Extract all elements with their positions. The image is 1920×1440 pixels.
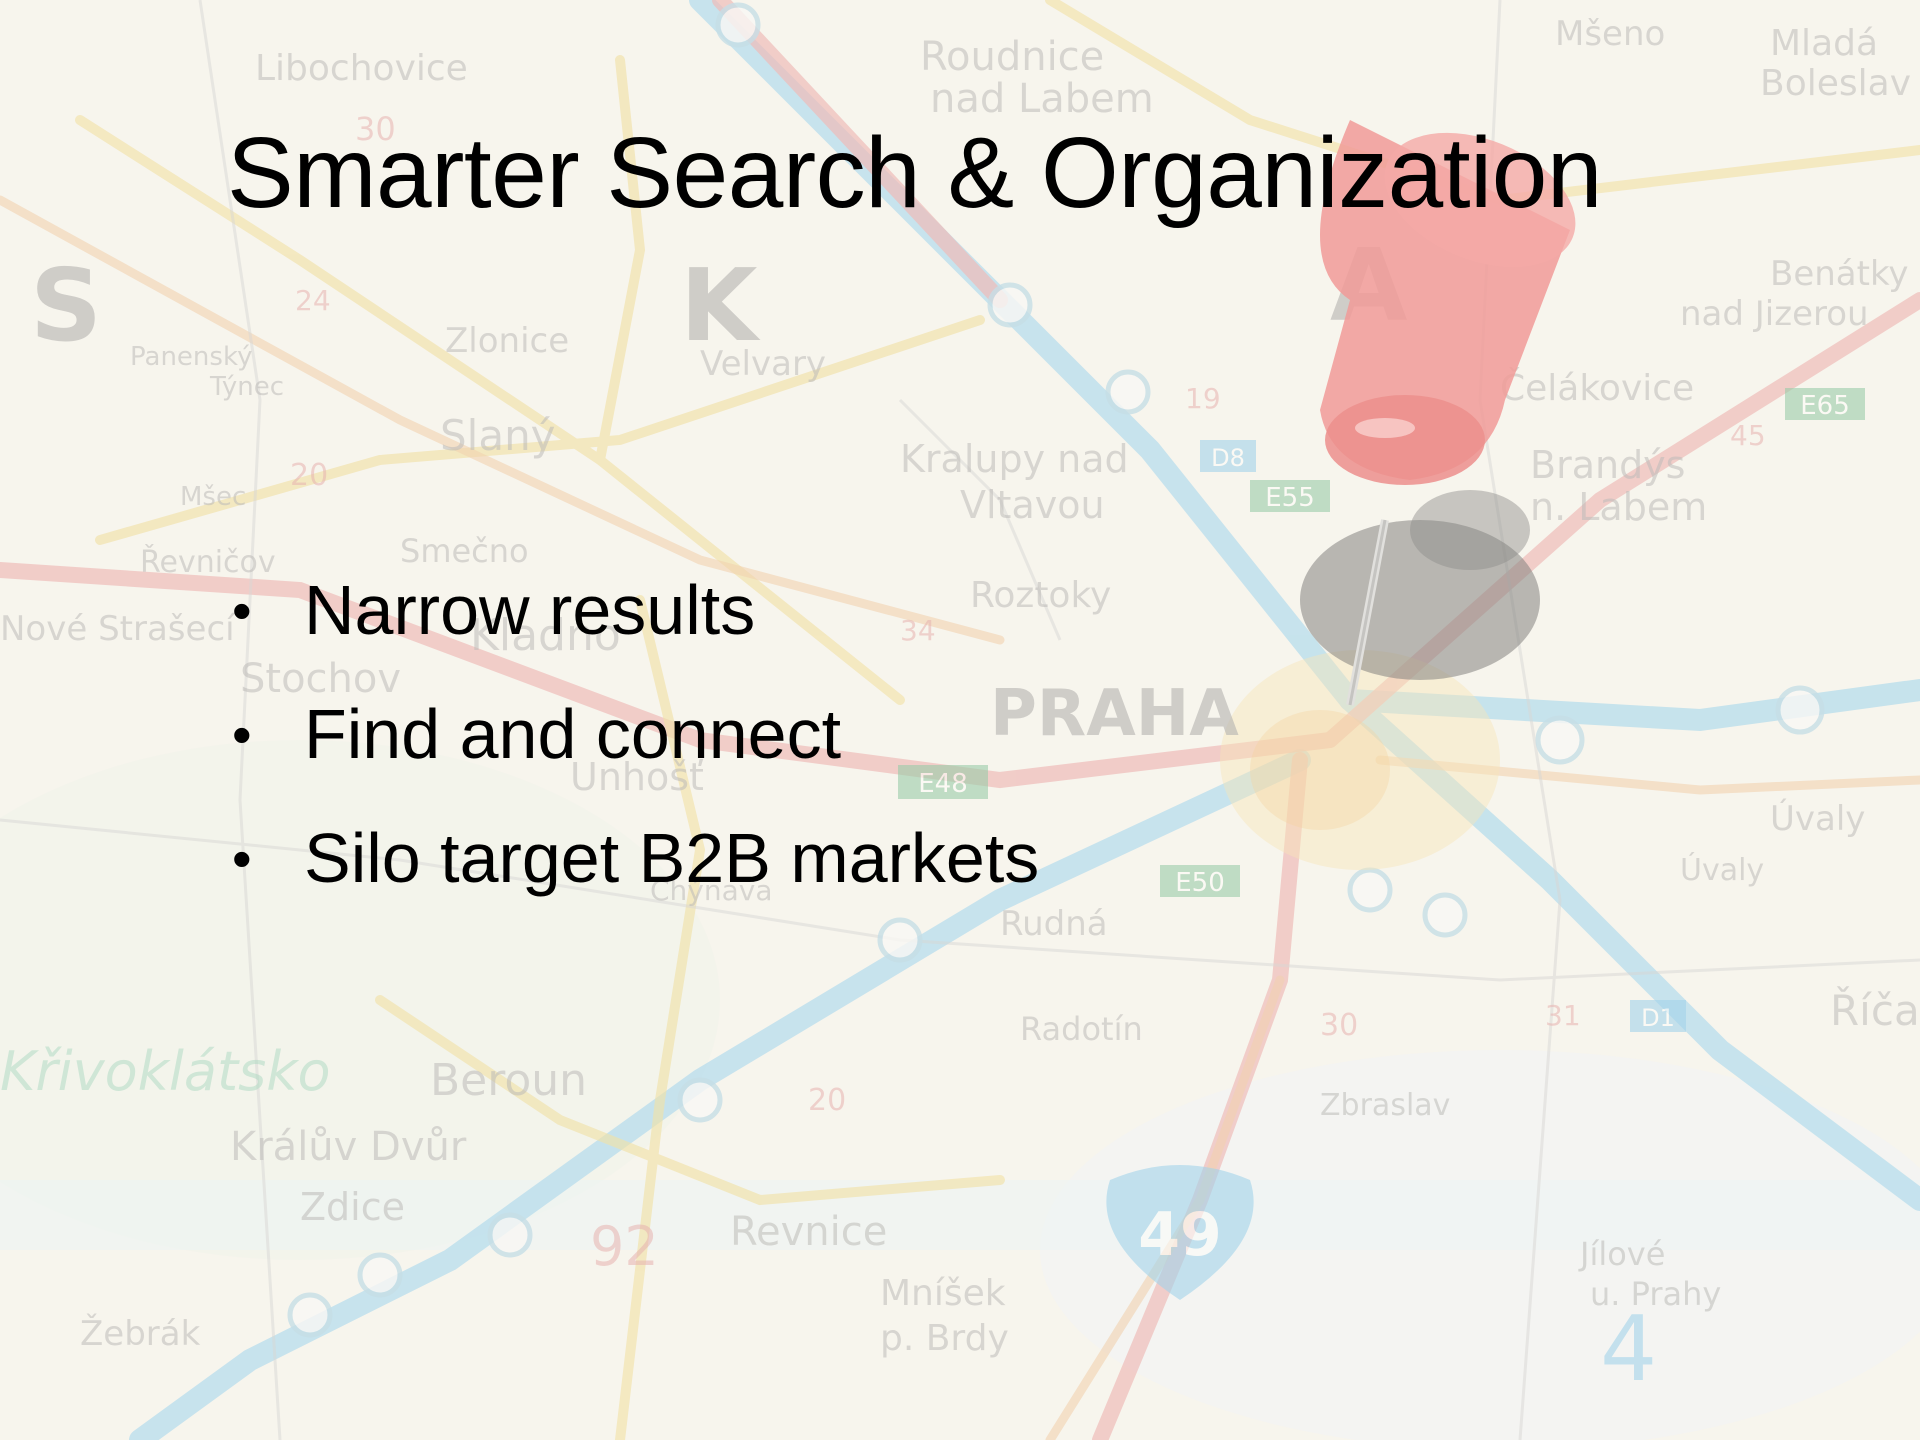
slide-title: Smarter Search & Organization [227, 117, 1603, 229]
bullet-icon: • [232, 702, 252, 766]
bullet-item: • Narrow results [232, 548, 1039, 672]
bullet-icon: • [232, 578, 252, 642]
bullet-icon: • [232, 826, 252, 890]
bullet-text: Silo target B2B markets [304, 819, 1040, 897]
bullet-text: Find and connect [304, 695, 842, 773]
bullet-item: • Find and connect [232, 672, 1039, 796]
bullet-item: • Silo target B2B markets [232, 796, 1039, 920]
slide: 49 E48 E50 E55 E65 D8 D1 4 Roudnice nad … [0, 0, 1920, 1440]
bullet-list: • Narrow results • Find and connect • Silo … [232, 548, 1039, 920]
bullet-text: Narrow results [304, 571, 756, 649]
